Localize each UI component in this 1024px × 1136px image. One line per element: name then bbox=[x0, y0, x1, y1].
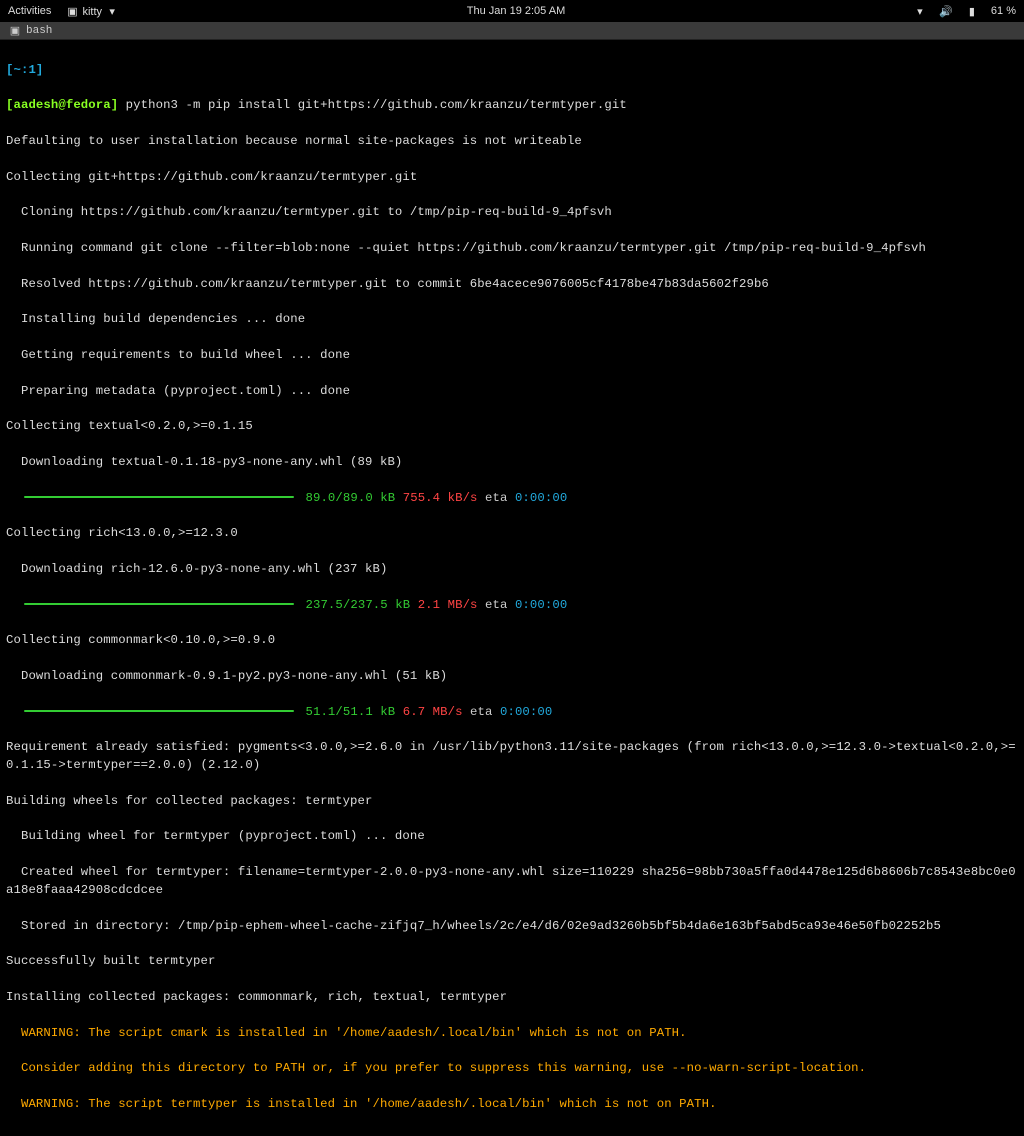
output-line: Collecting rich<13.0.0,>=12.3.0 bbox=[6, 525, 1018, 543]
clock[interactable]: Thu Jan 19 2:05 AM bbox=[119, 5, 913, 17]
output-line: Downloading commonmark-0.9.1-py2.py3-non… bbox=[6, 668, 1018, 686]
dl-eta: 0:00:00 bbox=[515, 598, 567, 612]
progress-bar bbox=[24, 603, 294, 605]
output-line: Defaulting to user installation because … bbox=[6, 133, 1018, 151]
output-line: Created wheel for termtyper: filename=te… bbox=[6, 864, 1018, 900]
system-tray[interactable]: ▾ 🔊 ▮ 61 % bbox=[913, 5, 1016, 18]
eta-label: eta bbox=[478, 491, 515, 505]
chevron-down-icon: ▾ bbox=[105, 5, 119, 18]
output-line: Collecting git+https://github.com/kraanz… bbox=[6, 169, 1018, 187]
warning-line: Consider adding this directory to PATH o… bbox=[6, 1060, 1018, 1078]
battery-percent: 61 % bbox=[991, 5, 1016, 17]
app-icon: ▣ bbox=[65, 5, 79, 18]
output-line: Collecting commonmark<0.10.0,>=0.9.0 bbox=[6, 632, 1018, 650]
dl-speed: 6.7 MB/s bbox=[403, 705, 463, 719]
warning-line: WARNING: The script cmark is installed i… bbox=[6, 1025, 1018, 1043]
network-icon: ▾ bbox=[913, 5, 927, 18]
progress-row: 89.0/89.0 kB 755.4 kB/s eta 0:00:00 bbox=[6, 490, 1018, 508]
volume-icon: 🔊 bbox=[939, 5, 953, 18]
dl-speed: 755.4 kB/s bbox=[403, 491, 478, 505]
output-line: Resolved https://github.com/kraanzu/term… bbox=[6, 276, 1018, 294]
dl-size: 89.0/89.0 kB bbox=[305, 491, 395, 505]
gnome-topbar: Activities ▣ kitty ▾ Thu Jan 19 2:05 AM … bbox=[0, 0, 1024, 22]
output-line: Downloading textual-0.1.18-py3-none-any.… bbox=[6, 454, 1018, 472]
dl-size: 237.5/237.5 kB bbox=[305, 598, 410, 612]
output-line: Cloning https://github.com/kraanzu/termt… bbox=[6, 204, 1018, 222]
progress-bar bbox=[24, 496, 294, 498]
output-line: Downloading rich-12.6.0-py3-none-any.whl… bbox=[6, 561, 1018, 579]
output-line: Building wheel for termtyper (pyproject.… bbox=[6, 828, 1018, 846]
output-line: Getting requirements to build wheel ... … bbox=[6, 347, 1018, 365]
output-line: Installing collected packages: commonmar… bbox=[6, 989, 1018, 1007]
dl-speed: 2.1 MB/s bbox=[418, 598, 478, 612]
prompt-path: [~:1] bbox=[6, 63, 43, 77]
terminal-output[interactable]: [~:1] [aadesh@fedora] python3 -m pip ins… bbox=[0, 40, 1024, 1136]
output-line: Installing build dependencies ... done bbox=[6, 311, 1018, 329]
output-line: Building wheels for collected packages: … bbox=[6, 793, 1018, 811]
tab-title: bash bbox=[26, 25, 52, 37]
prompt-user: [aadesh@fedora] bbox=[6, 98, 118, 112]
progress-row: 237.5/237.5 kB 2.1 MB/s eta 0:00:00 bbox=[6, 597, 1018, 615]
app-name: kitty bbox=[82, 6, 102, 18]
battery-icon: ▮ bbox=[965, 5, 979, 18]
progress-row: 51.1/51.1 kB 6.7 MB/s eta 0:00:00 bbox=[6, 704, 1018, 722]
progress-bar bbox=[24, 710, 294, 712]
output-line: Running command git clone --filter=blob:… bbox=[6, 240, 1018, 258]
dl-size: 51.1/51.1 kB bbox=[305, 705, 395, 719]
warning-line: WARNING: The script termtyper is install… bbox=[6, 1096, 1018, 1114]
app-menu[interactable]: ▣ kitty ▾ bbox=[65, 5, 119, 18]
dl-eta: 0:00:00 bbox=[515, 491, 567, 505]
eta-label: eta bbox=[463, 705, 500, 719]
terminal-tab[interactable]: ▣ bash bbox=[0, 22, 1024, 40]
activities-button[interactable]: Activities bbox=[8, 5, 51, 17]
dl-eta: 0:00:00 bbox=[500, 705, 552, 719]
output-line: Stored in directory: /tmp/pip-ephem-whee… bbox=[6, 918, 1018, 936]
tab-icon: ▣ bbox=[8, 24, 22, 38]
output-line: Requirement already satisfied: pygments<… bbox=[6, 739, 1018, 775]
command: python3 -m pip install git+https://githu… bbox=[118, 98, 627, 112]
eta-label: eta bbox=[478, 598, 515, 612]
output-line: Collecting textual<0.2.0,>=0.1.15 bbox=[6, 418, 1018, 436]
output-line: Successfully built termtyper bbox=[6, 953, 1018, 971]
output-line: Preparing metadata (pyproject.toml) ... … bbox=[6, 383, 1018, 401]
